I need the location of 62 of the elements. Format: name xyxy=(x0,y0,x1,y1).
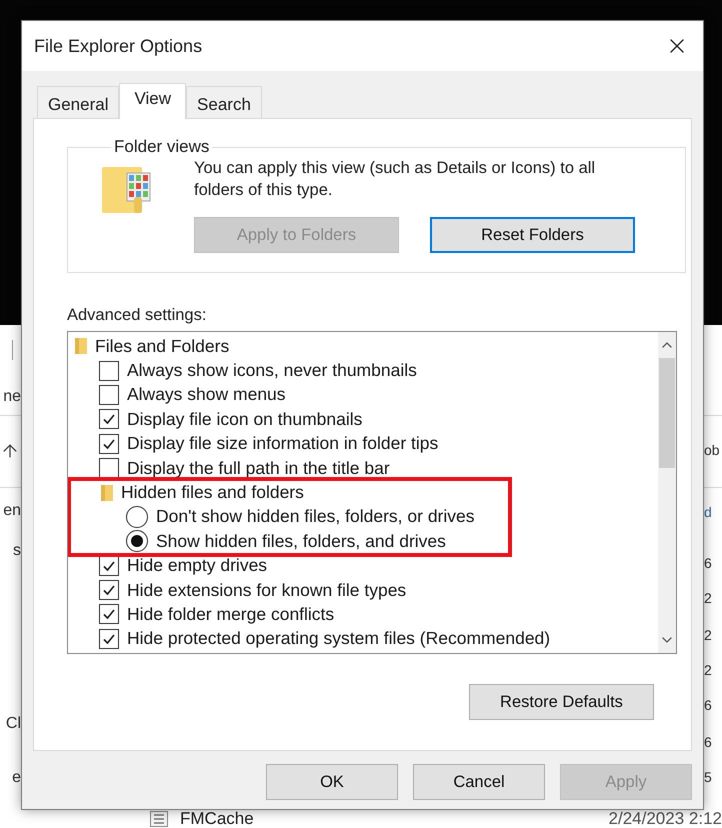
scrollbar[interactable] xyxy=(658,332,676,653)
description-text: You can apply this view (such as Details or Icons) to all folders of this type. xyxy=(194,158,596,201)
checkbox[interactable] xyxy=(99,604,119,624)
option-label: Display file icon on thumbnails xyxy=(127,408,362,430)
check-mark-icon xyxy=(103,439,115,449)
group-title: Folder views xyxy=(113,137,210,157)
option-label: Hide folder merge conflicts xyxy=(127,604,334,625)
file-list-text: s xyxy=(13,541,21,561)
file-list-text: 6 xyxy=(704,554,712,573)
file-list-text: ob xyxy=(704,441,720,460)
option-label: Display the full path in the title bar xyxy=(127,458,390,479)
file-list-text: 5 xyxy=(704,768,712,787)
dialog-button[interactable]: Cancel xyxy=(413,764,545,800)
checkbox[interactable] xyxy=(99,384,119,405)
file-list-text: 2 xyxy=(704,661,712,680)
file-date: 2/24/2023 2:12 xyxy=(608,810,722,828)
check-mark-icon xyxy=(103,561,115,571)
option-label: Display file size information in folder tips xyxy=(127,433,438,454)
file-list-text: ne xyxy=(3,387,21,407)
tree-folder-label: Hidden files and folders xyxy=(121,482,304,504)
check-mark-icon xyxy=(103,586,115,596)
file-name: FMCache xyxy=(180,810,254,828)
section-label: Advanced settings: xyxy=(67,305,208,325)
folder-views-icon xyxy=(102,167,152,215)
checkbox[interactable] xyxy=(99,556,119,576)
file-list-text: 2 xyxy=(704,626,712,645)
tab[interactable]: Search xyxy=(186,86,262,118)
checkbox[interactable] xyxy=(99,409,119,430)
check-mark-icon xyxy=(103,414,115,425)
check-mark-icon xyxy=(103,634,115,644)
dialog-button[interactable]: OK xyxy=(266,764,398,800)
restore-defaults-button[interactable]: Restore Defaults xyxy=(469,684,654,720)
checkbox[interactable] xyxy=(99,434,119,454)
tab[interactable]: View xyxy=(119,83,186,119)
file-list-text: 6 xyxy=(704,696,712,715)
file-list-text: 2 xyxy=(704,589,712,608)
folder-icon xyxy=(75,337,87,356)
option-label: Hide extensions for known file types xyxy=(127,580,406,601)
folder-icon xyxy=(101,484,113,502)
checkbox[interactable] xyxy=(99,458,119,478)
file-list-text: e xyxy=(12,768,21,788)
file-list-text: Cl xyxy=(6,714,21,734)
reset-folders-button[interactable]: Reset Folders xyxy=(430,217,635,253)
option-label: Always show menus xyxy=(127,384,286,406)
option-label: Always show icons, never thumbnails xyxy=(127,360,417,382)
option-label: Hide protected operating system files (Recommended) xyxy=(127,628,550,650)
checkbox[interactable] xyxy=(99,360,119,381)
window-title: File Explorer Options xyxy=(34,36,202,56)
radio-button[interactable] xyxy=(126,530,148,552)
column-header-text: d xyxy=(704,503,712,522)
radio-button[interactable] xyxy=(126,506,148,528)
checkbox[interactable] xyxy=(99,628,119,649)
option-label: Don't show hidden files, folders, or drives xyxy=(156,506,474,528)
scroll-thumb[interactable] xyxy=(659,358,675,468)
checkbox[interactable] xyxy=(99,580,119,600)
option-label: Hide empty drives xyxy=(127,555,268,576)
option-label: Show hidden files, folders, and drives xyxy=(156,530,446,552)
file-list-text: en xyxy=(3,501,21,521)
tab[interactable]: General xyxy=(37,86,120,118)
file-list-text: 6 xyxy=(704,733,712,752)
check-mark-icon xyxy=(103,610,115,620)
tree-folder-label: Files and Folders xyxy=(95,336,230,357)
